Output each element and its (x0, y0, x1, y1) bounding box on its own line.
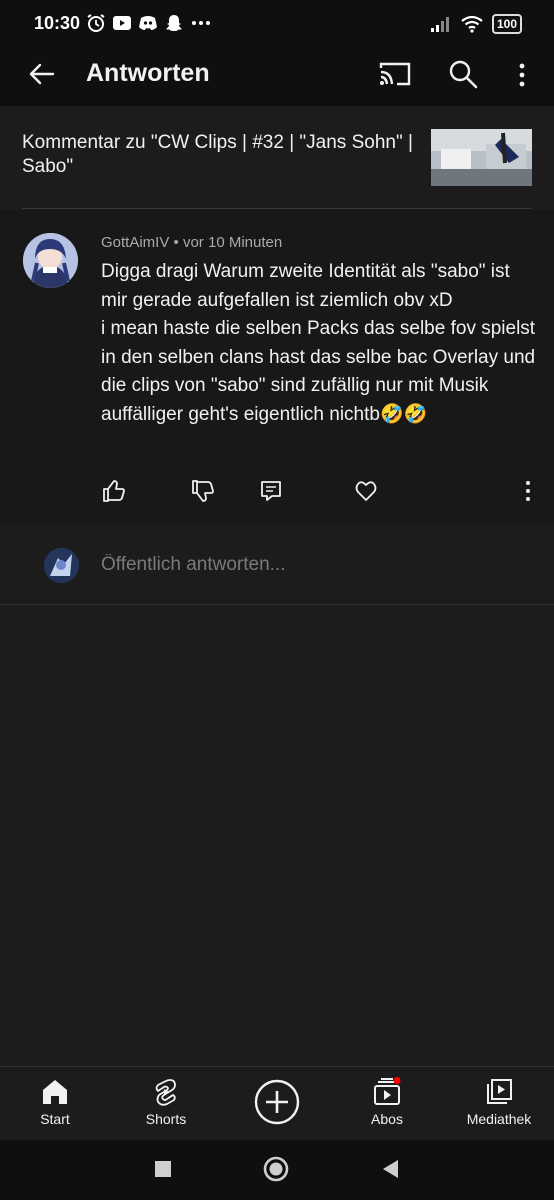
comment-text: Digga dragi Warum zweite Identität als "… (101, 261, 536, 425)
comment-time: vor 10 Minuten (182, 234, 283, 251)
battery-icon: 100 (491, 14, 522, 34)
comment-more-vert-icon[interactable] (515, 478, 541, 504)
comment-author[interactable]: GottAimIV (101, 234, 169, 251)
reply-composer (0, 524, 554, 605)
add-icon[interactable] (254, 1079, 300, 1125)
youtube-icon (113, 16, 131, 30)
parent-comment: GottAimIV • vor 10 Minuten Digga dragi W… (0, 210, 554, 524)
video-context[interactable]: Kommentar zu "CW Clips | #32 | "Jans Soh… (0, 106, 554, 210)
back-triangle-icon[interactable] (378, 1156, 404, 1182)
status-bar: 10:30 100 (0, 0, 554, 48)
nav-mediathek[interactable]: Mediathek (460, 1067, 538, 1141)
system-navigation (0, 1140, 554, 1200)
status-system-icons: 100 (430, 14, 522, 34)
like-icon[interactable] (101, 478, 127, 504)
page-title: Antworten (86, 59, 210, 87)
heart-icon[interactable] (353, 478, 379, 504)
nav-start[interactable]: Start (30, 1067, 80, 1141)
more-vert-icon[interactable] (512, 60, 532, 90)
comment-actions (0, 478, 554, 508)
app-bar: Antworten (0, 48, 554, 106)
reply-icon[interactable] (258, 478, 284, 504)
nav-abos[interactable]: Abos (362, 1067, 412, 1141)
home-circle-icon[interactable] (263, 1156, 289, 1182)
wifi-icon (461, 15, 483, 33)
user-avatar (44, 548, 79, 583)
back-arrow-icon[interactable] (26, 59, 56, 89)
status-time: 10:30 (34, 13, 81, 33)
cast-icon[interactable] (378, 59, 412, 89)
meta-separator: • (173, 234, 179, 251)
more-dots-icon (192, 21, 210, 25)
nav-shorts[interactable]: Shorts (136, 1067, 196, 1141)
divider (22, 208, 531, 209)
signal-icon (430, 17, 449, 32)
nav-label-abos: Abos (371, 1111, 403, 1127)
video-context-text: Kommentar zu "CW Clips | #32 | "Jans Soh… (22, 132, 413, 177)
avatar[interactable] (23, 233, 78, 288)
notification-dot (393, 1077, 401, 1084)
video-thumbnail[interactable] (431, 129, 532, 186)
nav-label-start: Start (40, 1111, 70, 1127)
alarm-icon (87, 14, 105, 32)
nav-label-mediathek: Mediathek (466, 1111, 532, 1127)
snapchat-icon (166, 15, 182, 31)
status-notification-icons (86, 13, 212, 33)
comment-meta: GottAimIV • vor 10 Minuten (101, 234, 282, 251)
nav-label-shorts: Shorts (145, 1111, 187, 1127)
dislike-icon[interactable] (190, 478, 216, 504)
subscriptions-icon (374, 1077, 401, 1105)
search-icon[interactable] (447, 58, 479, 90)
shorts-icon (155, 1079, 176, 1106)
home-icon (43, 1080, 67, 1104)
recents-square-icon[interactable] (150, 1156, 176, 1182)
library-icon (487, 1079, 512, 1104)
bottom-navigation: Start Shorts Abos Mediathek (0, 1066, 554, 1141)
discord-icon (139, 16, 157, 30)
reply-input[interactable] (101, 550, 521, 580)
